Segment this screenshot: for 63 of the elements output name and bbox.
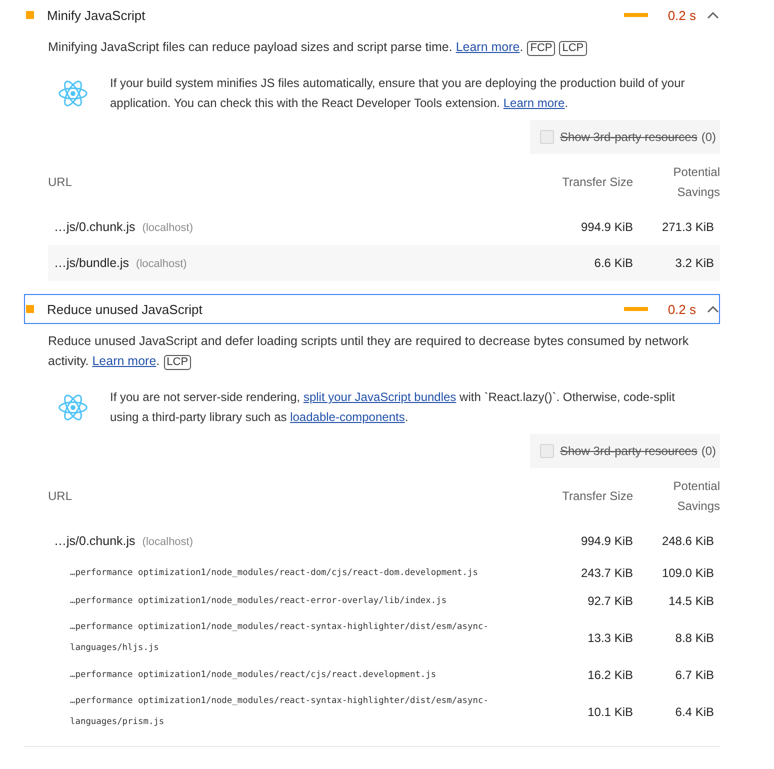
url-text: …js/0.chunk.js bbox=[54, 220, 136, 234]
host-text: (localhost) bbox=[142, 536, 194, 548]
text-link[interactable]: Learn more bbox=[92, 354, 156, 368]
table-cell-text: 13.3 KiB bbox=[586, 631, 633, 645]
savings-sparkline bbox=[624, 307, 648, 311]
subitem-url: …performance optimization1/node_modules/react-syntax-highlighter/dist/esm/async-languages/prism.js bbox=[70, 696, 488, 727]
chevron-up-icon[interactable] bbox=[707, 305, 719, 313]
subitem-url: …performance optimization1/node_modules/react-syntax-highlighter/dist/esm/async-languages/hljs.js bbox=[70, 622, 488, 653]
third-party-count: (0) bbox=[701, 130, 716, 144]
third-party-label: Show 3rd-party resources bbox=[560, 444, 698, 458]
text-link[interactable]: Learn more bbox=[503, 96, 565, 110]
table-cell-text: 248.6 KiB bbox=[660, 534, 715, 548]
third-party-label: Show 3rd-party resources bbox=[560, 130, 698, 144]
stack-pack-tip: If you are not server-side rendering, split your JavaScript bundles with `React.lazy()`. Otherwise, code-split using a third-party library such as loadable-components. bbox=[110, 389, 676, 426]
column-header: Potential Savings bbox=[672, 478, 720, 515]
metric-badge: LCP bbox=[164, 355, 192, 370]
atom-icon bbox=[58, 394, 88, 420]
column-header: Transfer Size bbox=[561, 488, 633, 505]
table-cell-text: 994.9 KiB bbox=[580, 534, 633, 548]
savings-sparkline bbox=[624, 13, 648, 17]
table-cell-text: 6.7 KiB bbox=[674, 668, 715, 682]
audit-description: Minifying JavaScript files can reduce payload sizes and script parse time. Learn more. FCP LCP bbox=[48, 30, 720, 57]
column-header: Transfer Size bbox=[561, 174, 633, 191]
third-party-count: (0) bbox=[701, 444, 716, 458]
text-link[interactable]: Learn more bbox=[456, 40, 520, 54]
text-link[interactable]: split your JavaScript bundles bbox=[303, 390, 456, 404]
table-cell-text: 92.7 KiB bbox=[586, 594, 633, 608]
savings-value: 0.2 s bbox=[668, 8, 696, 22]
savings-value: 0.2 s bbox=[668, 302, 696, 316]
atom-icon bbox=[58, 80, 88, 106]
column-header: URL bbox=[48, 174, 74, 191]
table-cell-text: 6.4 KiB bbox=[674, 705, 715, 719]
table-cell-text: 243.7 KiB bbox=[580, 566, 633, 580]
table-cell-text: 6.6 KiB bbox=[593, 256, 633, 270]
metric-badge: LCP bbox=[559, 41, 587, 56]
column-header: Potential Savings bbox=[672, 164, 720, 201]
table-cell-text: 16.2 KiB bbox=[586, 668, 633, 682]
audit-title: Minify JavaScript bbox=[47, 8, 146, 22]
audit-summary[interactable]: Reduce unused JavaScript 0.2 s bbox=[24, 294, 720, 324]
subitem-url: …performance optimization1/node_modules/react/cjs/react.development.js bbox=[70, 670, 436, 680]
chevron-up-icon[interactable] bbox=[707, 11, 719, 19]
table-cell-text: 8.8 KiB bbox=[674, 631, 715, 645]
table-cell-text: 271.3 KiB bbox=[660, 220, 715, 234]
table-cell-text: 14.5 KiB bbox=[668, 594, 715, 608]
rating-square-icon bbox=[26, 11, 34, 19]
table-cell-text: 10.1 KiB bbox=[586, 705, 633, 719]
table-cell-text: 109.0 KiB bbox=[660, 566, 715, 580]
audit-description: Reduce unused JavaScript and defer loading scripts until they are required to decrease bytes consumed by network activity. Learn more. LCP bbox=[48, 333, 690, 371]
metric-badge: FCP bbox=[527, 41, 556, 56]
table-cell-text: 994.9 KiB bbox=[580, 220, 633, 234]
audit-summary[interactable]: Minify JavaScript 0.2 s bbox=[24, 0, 720, 30]
host-text: (localhost) bbox=[136, 258, 187, 270]
stack-pack-tip: If your build system minifies JS files automatically, ensure that you are deploying the production build of your application. You can check this with the React Developer Tools extension. Learn more. bbox=[110, 75, 686, 112]
subitem-url: …performance optimization1/node_modules/react-dom/cjs/react-dom.development.js bbox=[70, 568, 478, 578]
url-text: …js/bundle.js bbox=[54, 256, 130, 270]
url-text: …js/0.chunk.js bbox=[54, 534, 136, 548]
audit-title: Reduce unused JavaScript bbox=[47, 302, 204, 316]
text-link[interactable]: loadable-components bbox=[290, 410, 405, 424]
table-cell-text: 3.2 KiB bbox=[674, 256, 715, 270]
subitem-url: …performance optimization1/node_modules/react-error-overlay/lib/index.js bbox=[70, 596, 447, 606]
column-header: URL bbox=[48, 488, 74, 505]
host-text: (localhost) bbox=[142, 222, 194, 234]
rating-square-icon bbox=[26, 305, 34, 313]
